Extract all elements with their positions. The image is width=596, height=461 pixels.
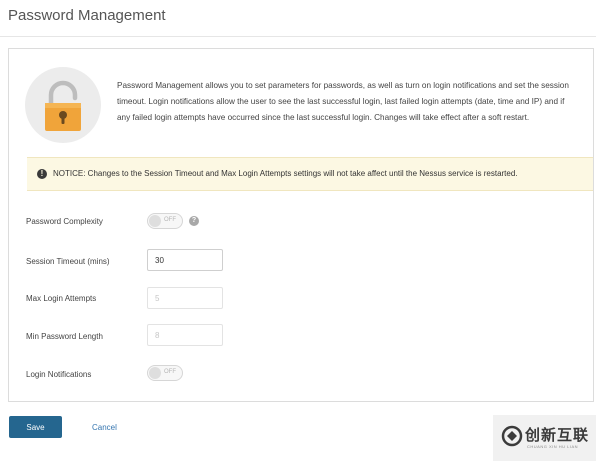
max-login-attempts-label: Max Login Attempts [26, 294, 97, 303]
max-login-attempts-input[interactable] [147, 287, 223, 309]
session-timeout-label: Session Timeout (mins) [26, 257, 110, 266]
toggle-state: OFF [164, 217, 176, 223]
password-complexity-label: Password Complexity [26, 217, 103, 226]
notice-text: NOTICE: Changes to the Session Timeout a… [53, 169, 518, 178]
watermark-subtitle: CHUANG XIN HU LIAN [527, 444, 579, 449]
login-notifications-label: Login Notifications [26, 370, 92, 379]
page-title: Password Management [8, 7, 166, 24]
intro-description: Password Management allows you to set pa… [117, 81, 569, 122]
min-password-length-label: Min Password Length [26, 332, 103, 341]
cancel-link[interactable]: Cancel [92, 423, 117, 432]
watermark-logo-icon [501, 425, 523, 447]
title-divider [0, 36, 596, 37]
save-button[interactable]: Save [9, 416, 62, 438]
toggle-state: OFF [164, 369, 176, 375]
padlock-illustration [25, 67, 101, 143]
toggle-knob [149, 367, 161, 379]
watermark: 创新互联 CHUANG XIN HU LIAN [493, 415, 596, 461]
password-complexity-toggle[interactable]: OFF [147, 213, 183, 229]
settings-panel: Password Management allows you to set pa… [8, 48, 594, 402]
padlock-icon [45, 80, 81, 131]
watermark-name: 创新互联 [525, 427, 590, 444]
session-timeout-input[interactable] [147, 249, 223, 271]
exclamation-circle-icon: ! [37, 169, 47, 179]
help-icon[interactable]: ? [189, 216, 199, 226]
toggle-knob [149, 215, 161, 227]
min-password-length-input[interactable] [147, 324, 223, 346]
login-notifications-toggle[interactable]: OFF [147, 365, 183, 381]
notice-banner: ! NOTICE: Changes to the Session Timeout… [27, 157, 593, 191]
